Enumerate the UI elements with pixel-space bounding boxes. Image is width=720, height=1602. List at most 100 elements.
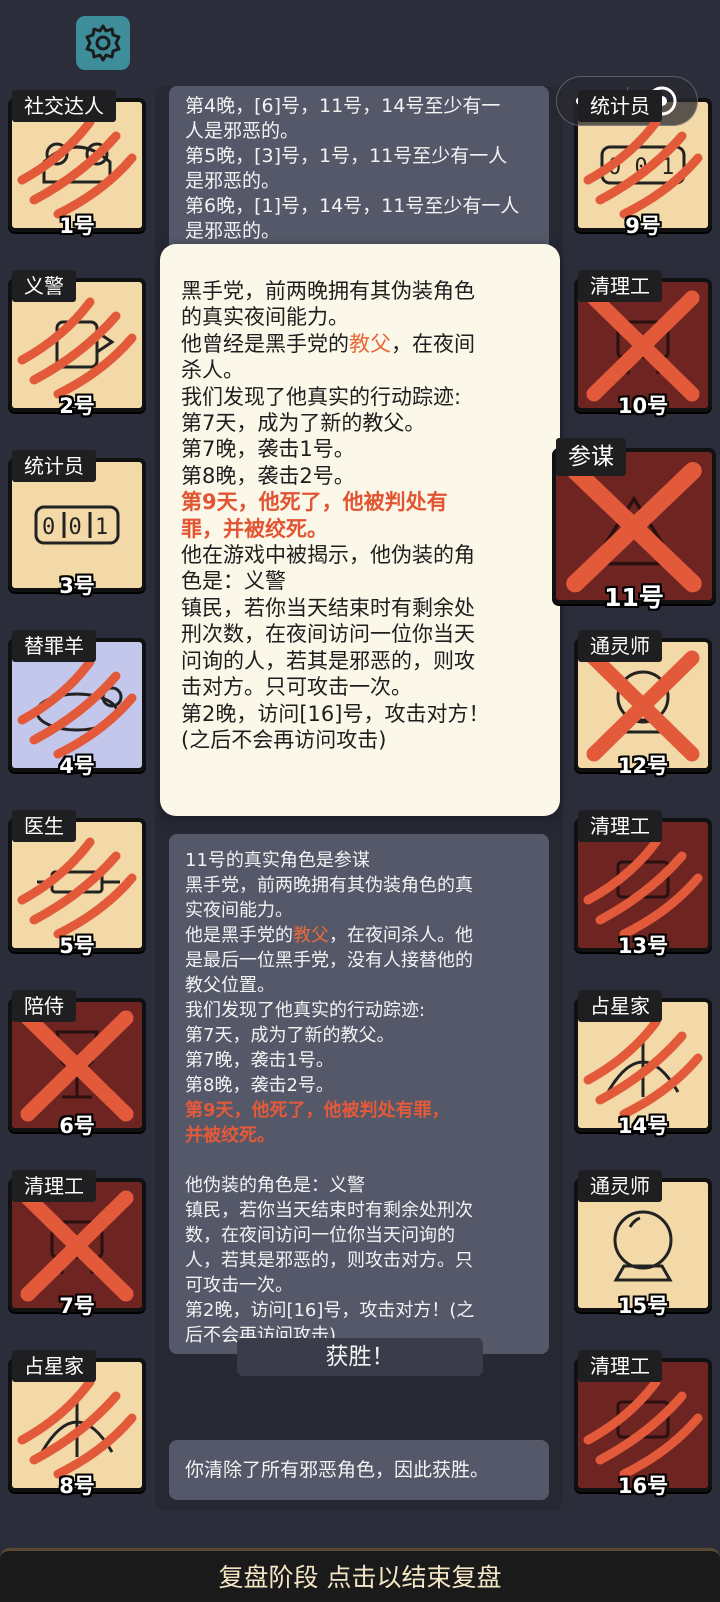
role-label: 清理工 (12, 1170, 96, 1202)
log-line: 11号的真实角色是参谋 (185, 850, 370, 871)
victory-label: 获胜！ (237, 1338, 483, 1376)
popup-line: (之后不会再访问攻击) (181, 727, 387, 752)
popup-text: ，在夜间 (391, 331, 475, 356)
role-detail-popup[interactable]: 黑手党，前两晚拥有其伪装角色 的真实夜间能力。 他曾经是黑手党的教父，在夜间 杀… (160, 244, 560, 816)
player-card-12[interactable]: 通灵师 12号 (574, 630, 712, 778)
log-line: 第8晚，袭击2号。 (185, 1075, 334, 1096)
role-label: 医生 (12, 810, 76, 842)
log-line: 黑手党，前两晚拥有其伪装角色的真 (185, 875, 473, 896)
log-line: 人，若其是邪恶的，则攻击对方。只 (185, 1250, 473, 1271)
log-line-death: 第9天，他死了，他被判处有罪， (185, 1100, 450, 1121)
log-line: 是邪恶的。 (185, 170, 281, 192)
role-label: 社交达人 (12, 90, 116, 122)
godfather-highlight: 教父 (349, 331, 391, 356)
role-label: 通灵师 (578, 630, 662, 662)
svg-text:0 0 1: 0 0 1 (42, 515, 108, 540)
log-line: 教父位置。 (185, 975, 275, 996)
log-line: 他是黑手党的教父，在夜间杀人。他 (185, 923, 533, 948)
popup-line: 刑次数，在夜间访问一位你当天 (181, 622, 475, 647)
role-label: 统计员 (12, 450, 96, 482)
player-number: 13号 (617, 934, 669, 958)
player-number: 9号 (625, 214, 661, 238)
popup-line: 第7晚，袭击1号。 (181, 437, 355, 462)
log-line: 第7晚，袭击1号。 (185, 1050, 334, 1071)
player-number: 16号 (617, 1474, 669, 1498)
godfather-highlight: 教父 (293, 925, 329, 946)
log-top[interactable]: 第4晚，[6]号，11号，14号至少有一 人是邪恶的。 第5晚，[3]号，1号，… (169, 86, 549, 256)
player-card-3[interactable]: 0 0 1 统计员 3号 (8, 450, 146, 598)
role-label: 清理工 (578, 810, 662, 842)
popup-line: 他在游戏中被揭示，他伪装的角 (181, 543, 475, 568)
log-line: 我们发现了他真实的行动踪迹: (185, 1000, 426, 1021)
svg-text:0 0 1: 0 0 1 (608, 155, 674, 180)
log-line: 第2晚，访问[16]号，攻击对方！(之 (185, 1300, 475, 1321)
player-number: 3号 (59, 574, 95, 598)
role-label: 清理工 (578, 1350, 662, 1382)
player-number: 5号 (59, 934, 95, 958)
popup-line: 击对方。只可攻击一次。 (181, 675, 412, 700)
role-label: 清理工 (578, 270, 662, 302)
player-card-13[interactable]: 清理工 13号 (574, 810, 712, 958)
popup-text: 他曾经是黑手党的 (181, 331, 349, 356)
log-line: 数，在夜间访问一位你当天问询的 (185, 1225, 455, 1246)
player-card-16[interactable]: 清理工 16号 (574, 1350, 712, 1498)
victory-message: 你清除了所有邪恶角色，因此获胜。 (169, 1440, 549, 1500)
player-number: 4号 (59, 754, 95, 778)
log-line: 可攻击一次。 (185, 1275, 293, 1296)
log-line: 第7天，成为了新的教父。 (185, 1025, 395, 1046)
player-card-15[interactable]: 通灵师 15号 (574, 1170, 712, 1318)
log-line: 第5晚，[3]号，1号，11号至少有一人 (185, 145, 508, 167)
player-card-10[interactable]: 清理工 10号 (574, 270, 712, 418)
role-label: 统计员 (578, 90, 662, 122)
popup-line: 问询的人，若其是邪恶的，则攻 (181, 648, 475, 673)
player-number: 7号 (59, 1294, 95, 1318)
victory-text: 你清除了所有邪恶角色，因此获胜。 (185, 1459, 490, 1481)
log-line: 他伪装的角色是：义警 (185, 1175, 365, 1196)
player-card-2[interactable]: 义警 2号 (8, 270, 146, 418)
player-card-11[interactable]: 参谋 11号 (552, 438, 716, 612)
popup-line: 镇民，若你当天结束时有剩余处 (181, 595, 475, 620)
log-line: 人是邪恶的。 (185, 120, 300, 142)
player-card-6[interactable]: 陪侍 6号 (8, 990, 146, 1138)
log-text: 他是黑手党的 (185, 925, 293, 946)
popup-line: 杀人。 (181, 358, 244, 383)
player-number: 1号 (59, 214, 95, 238)
gear-icon (85, 24, 121, 62)
player-number: 6号 (59, 1114, 95, 1138)
log-line: 是邪恶的。 (185, 220, 281, 242)
log-line: 第4晚，[6]号，11号，14号至少有一 (185, 95, 501, 117)
player-number: 10号 (617, 394, 669, 418)
log-line-death: 并被绞死。 (185, 1125, 275, 1146)
settings-button[interactable] (76, 16, 130, 70)
player-number: 2号 (59, 394, 95, 418)
popup-line-death: 第9天，他死了，他被判处有 (181, 490, 448, 515)
role-label: 占星家 (12, 1350, 96, 1382)
log-text: ，在夜间杀人。他 (329, 925, 473, 946)
popup-line-death: 罪，并被绞死。 (181, 516, 328, 541)
player-card-5[interactable]: 医生 5号 (8, 810, 146, 958)
popup-line: 我们发现了他真实的行动踪迹: (181, 384, 462, 409)
log-line: 是最后一位黑手党，没有人接替他的 (185, 950, 473, 971)
player-number: 11号 (604, 583, 664, 612)
player-card-1[interactable]: 社交达人 1号 (8, 90, 146, 238)
player-card-4[interactable]: 替罪羊 4号 (8, 630, 146, 778)
role-label: 占星家 (578, 990, 662, 1022)
role-label: 义警 (12, 270, 76, 302)
role-label: 陪侍 (12, 990, 76, 1022)
log-main[interactable]: 11号的真实角色是参谋 黑手党，前两晚拥有其伪装角色的真 实夜间能力。 他是黑手… (169, 834, 549, 1354)
player-number: 15号 (617, 1294, 669, 1318)
log-spacer (185, 1148, 533, 1173)
log-line: 第6晚，[1]号，14号，11号至少有一人 (185, 195, 520, 217)
game-screen: 第4晚，[6]号，11号，14号至少有一 人是邪恶的。 第5晚，[3]号，1号，… (0, 0, 720, 1602)
player-card-14[interactable]: 占星家 14号 (574, 990, 712, 1138)
popup-line: 第8晚，袭击2号。 (181, 463, 355, 488)
popup-line: 第7天，成为了新的教父。 (181, 411, 426, 436)
player-card-7[interactable]: 清理工 7号 (8, 1170, 146, 1318)
player-number: 8号 (59, 1474, 95, 1498)
log-line: 镇民，若你当天结束时有剩余处刑次 (185, 1200, 473, 1221)
player-card-8[interactable]: 占星家 8号 (8, 1350, 146, 1498)
role-label: 通灵师 (578, 1170, 662, 1202)
popup-line: 他曾经是黑手党的教父，在夜间 (181, 331, 539, 357)
popup-line: 第2晚，访问[16]号，攻击对方！ (181, 701, 490, 726)
end-review-button[interactable]: 复盘阶段 点击以结束复盘 (0, 1548, 720, 1602)
